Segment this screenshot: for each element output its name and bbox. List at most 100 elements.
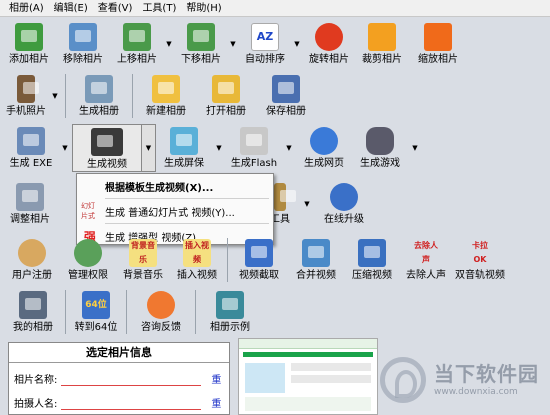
move-up-button[interactable]: 上移相片 xyxy=(112,20,162,68)
preview-block xyxy=(245,397,371,411)
move-down-button[interactable]: 下移相片 xyxy=(176,20,226,68)
dual-track-button[interactable]: 卡拉OK 双音轨视频 xyxy=(453,236,507,284)
background-music-label: 背景音乐 xyxy=(123,270,163,281)
save-album-label: 保存相册 xyxy=(266,106,306,117)
merge-icon xyxy=(302,239,330,267)
separator xyxy=(195,290,196,334)
move-down-icon xyxy=(187,23,215,51)
generate-flash-button[interactable]: 生成Flash xyxy=(226,124,282,172)
tools-dropdown-arrow[interactable]: ▼ xyxy=(300,180,314,228)
generate-game-label: 生成游戏 xyxy=(360,158,400,169)
separator xyxy=(126,290,127,334)
rotate-photo-button[interactable]: 旋转相片 xyxy=(304,20,354,68)
insert-video-icon: 插入视频 xyxy=(183,239,211,267)
feedback-button[interactable]: 咨询反馈 xyxy=(130,288,192,336)
generate-exe-button[interactable]: 生成 EXE xyxy=(4,124,58,172)
menu-item-slideshow-video[interactable]: 幻灯片式 生成 普通幻灯片式 视频(Y)... xyxy=(77,199,273,223)
sort-az-icon: AZ xyxy=(251,23,279,51)
preview-navbar xyxy=(243,352,373,357)
phone-photo-button[interactable]: 手机照片 xyxy=(4,72,48,120)
scale-photo-button[interactable]: 缩放相片 xyxy=(410,20,466,68)
shooter-modify-link[interactable]: 重 xyxy=(211,395,221,410)
generate-screensaver-button[interactable]: 生成屏保 xyxy=(156,124,212,172)
album-example-button[interactable]: 相册示例 xyxy=(199,288,261,336)
add-photo-button[interactable]: 添加相片 xyxy=(4,20,54,68)
video-dropdown-arrow[interactable]: ▼ xyxy=(142,124,156,172)
move-up-dropdown-arrow[interactable]: ▼ xyxy=(162,20,176,68)
shooter-field[interactable] xyxy=(61,396,202,410)
user-register-button[interactable]: 用户注册 xyxy=(4,236,60,284)
crop-photo-button[interactable]: 裁剪相片 xyxy=(354,20,410,68)
new-album-button[interactable]: 新建相册 xyxy=(136,72,196,120)
watermark-url: www.downxia.com xyxy=(434,387,518,397)
compress-video-button[interactable]: 压缩视频 xyxy=(345,236,399,284)
add-photo-icon xyxy=(15,23,43,51)
gamepad-icon xyxy=(366,127,394,155)
new-album-label: 新建相册 xyxy=(146,106,186,117)
compress-video-label: 压缩视频 xyxy=(352,270,392,281)
adjust-photo-label: 调整相片 xyxy=(10,214,50,225)
toolbar-row-6: 我的相册 64位 转到64位 咨询反馈 相册示例 xyxy=(4,288,261,336)
ie-icon xyxy=(310,127,338,155)
move-up-icon xyxy=(123,23,151,51)
photo-name-label: 相片名称: xyxy=(14,375,58,386)
go-64bit-button[interactable]: 64位 转到64位 xyxy=(69,288,123,336)
generate-webpage-button[interactable]: 生成网页 xyxy=(296,124,352,172)
game-dropdown-arrow[interactable]: ▼ xyxy=(408,124,422,172)
menu-item-label: 根据模板生成视频(X)... xyxy=(105,182,214,194)
phone-icon xyxy=(17,75,39,103)
shooter-row: 拍摄人名: 重 xyxy=(14,395,221,410)
my-album-button[interactable]: 我的相册 xyxy=(4,288,62,336)
save-album-button[interactable]: 保存相册 xyxy=(256,72,316,120)
merge-video-label: 合并视频 xyxy=(296,270,336,281)
video-capture-button[interactable]: 视频截取 xyxy=(231,236,287,284)
photo-name-modify-link[interactable]: 重 xyxy=(211,371,221,386)
generate-album-button[interactable]: 生成相册 xyxy=(69,72,129,120)
background-music-button[interactable]: 背景音乐 背景音乐 xyxy=(116,236,170,284)
flash-dropdown-arrow[interactable]: ▼ xyxy=(282,124,296,172)
exe-dropdown-arrow[interactable]: ▼ xyxy=(58,124,72,172)
my-album-label: 我的相册 xyxy=(13,322,53,333)
rotate-photo-label: 旋转相片 xyxy=(309,54,349,65)
photo-name-field[interactable] xyxy=(61,372,202,386)
phone-dropdown-arrow[interactable]: ▼ xyxy=(48,72,62,120)
photo-preview xyxy=(238,338,378,415)
upgrade-icon xyxy=(330,183,358,211)
remove-voice-button[interactable]: 去除人声 去除人声 xyxy=(399,236,453,284)
insert-video-button[interactable]: 插入视频 插入视频 xyxy=(170,236,224,284)
insert-video-label: 插入视频 xyxy=(177,270,217,281)
merge-video-button[interactable]: 合并视频 xyxy=(287,236,345,284)
crop-photo-label: 裁剪相片 xyxy=(362,54,402,65)
generate-video-label: 生成视频 xyxy=(87,159,127,170)
open-album-button[interactable]: 打开相册 xyxy=(196,72,256,120)
music-icon: 背景音乐 xyxy=(129,239,157,267)
auto-sort-dropdown-arrow[interactable]: ▼ xyxy=(290,20,304,68)
menu-album[interactable]: 相册(A) xyxy=(4,0,49,17)
menu-bar: 相册(A) 编辑(E) 查看(V) 工具(T) 帮助(H) xyxy=(0,0,550,17)
watermark: 当下软件园 www.downxia.com xyxy=(380,350,550,410)
generate-webpage-label: 生成网页 xyxy=(304,158,344,169)
remove-photo-button[interactable]: 移除相片 xyxy=(54,20,112,68)
screensaver-dropdown-arrow[interactable]: ▼ xyxy=(212,124,226,172)
auto-sort-button[interactable]: AZ 自动排序 xyxy=(240,20,290,68)
adjust-photo-button[interactable]: 调整相片 xyxy=(4,180,56,228)
generate-video-button[interactable]: 生成视频 xyxy=(72,124,142,172)
karaoke-icon: 卡拉OK xyxy=(472,241,488,264)
menu-view[interactable]: 查看(V) xyxy=(93,0,138,17)
generate-album-icon xyxy=(85,75,113,103)
menu-help[interactable]: 帮助(H) xyxy=(181,0,226,17)
menu-tools[interactable]: 工具(T) xyxy=(137,0,181,17)
online-upgrade-button[interactable]: 在线升级 xyxy=(314,180,374,228)
scale-icon xyxy=(424,23,452,51)
move-down-dropdown-arrow[interactable]: ▼ xyxy=(226,20,240,68)
video-capture-label: 视频截取 xyxy=(239,270,279,281)
generate-game-button[interactable]: 生成游戏 xyxy=(352,124,408,172)
online-upgrade-label: 在线升级 xyxy=(324,214,364,225)
toolbar-row-3: 生成 EXE ▼ 生成视频 ▼ 生成屏保 ▼ 生成Flash ▼ 生成网页 生成… xyxy=(4,124,422,172)
manage-permission-button[interactable]: 管理权限 xyxy=(60,236,116,284)
manage-permission-label: 管理权限 xyxy=(68,270,108,281)
auto-sort-label: 自动排序 xyxy=(245,54,285,65)
menu-item-template-video[interactable]: 根据模板生成视频(X)... xyxy=(77,174,273,198)
preview-block xyxy=(291,363,371,371)
menu-edit[interactable]: 编辑(E) xyxy=(49,0,93,17)
